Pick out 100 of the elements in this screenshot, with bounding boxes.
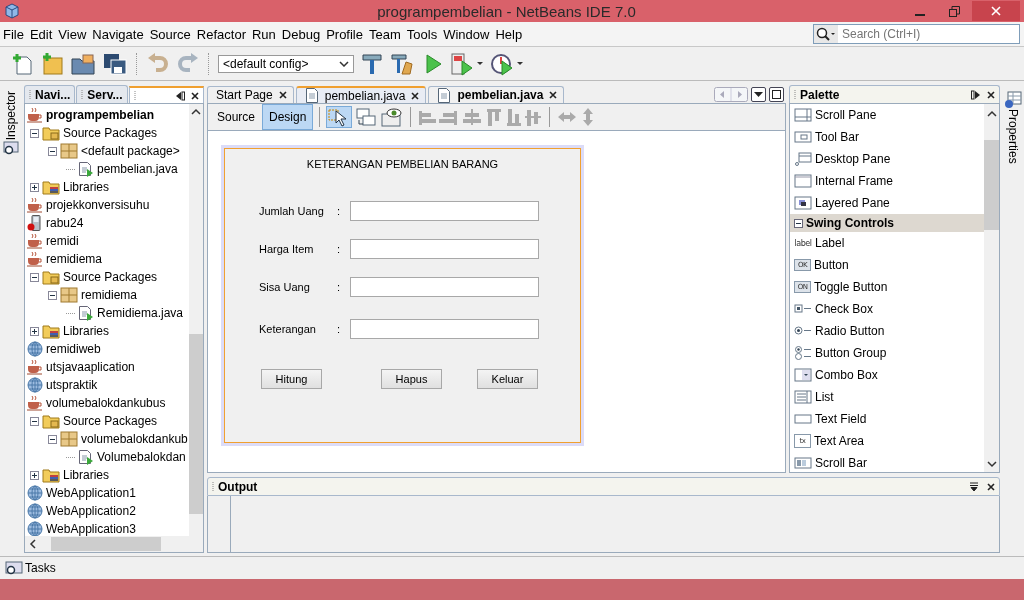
tree-item[interactable]: Volumebalokdan: [97, 450, 186, 464]
close-icon[interactable]: [987, 90, 995, 99]
palette-item[interactable]: Button: [814, 258, 849, 272]
tree-item[interactable]: Libraries: [63, 324, 110, 338]
connection-mode-icon[interactable]: [355, 106, 378, 128]
tree-item[interactable]: rabu24: [46, 216, 84, 230]
restore-icon[interactable]: [949, 5, 960, 17]
tree-toggle[interactable]: [48, 290, 57, 300]
tree-item[interactable]: remidiema: [81, 288, 137, 302]
grip-icon[interactable]: [794, 88, 797, 101]
menu-item[interactable]: File: [0, 26, 27, 42]
minimize-window-icon[interactable]: [175, 90, 185, 101]
editor-tab[interactable]: Start Page: [207, 86, 294, 103]
panel-tab[interactable]: Navi...: [24, 85, 76, 103]
palette-item[interactable]: Toggle Button: [814, 280, 888, 294]
scroll-down-icon[interactable]: [986, 460, 997, 468]
tree-item[interactable]: Source Packages: [63, 126, 158, 140]
profile-icon[interactable]: [490, 51, 524, 76]
editor-tab[interactable]: pembelian.java: [428, 86, 565, 103]
scroll-thumb[interactable]: [51, 537, 161, 551]
hammer-icon[interactable]: [360, 51, 384, 76]
menu-item[interactable]: Help: [492, 26, 526, 42]
tree-item[interactable]: remidiema: [46, 252, 102, 266]
tree-item[interactable]: volumebalokdankubus: [46, 396, 166, 410]
tree-item[interactable]: Source Packages: [63, 270, 158, 284]
panel-tab[interactable]: Serv...: [76, 85, 128, 103]
scroll-thumb[interactable]: [189, 334, 203, 514]
form-panel[interactable]: KETERANGAN PEMBELIAN BARANG Jumlah Uang : Harga Item : Sisa Uang : Keterangan : Hitung Hapus Keluar: [224, 148, 581, 443]
caret-icon[interactable]: [754, 91, 763, 98]
menu-item[interactable]: Debug: [278, 26, 324, 42]
text-field[interactable]: [350, 319, 539, 339]
tree-item[interactable]: volumebalokdankub: [81, 432, 188, 446]
menu-item[interactable]: Refactor: [193, 26, 249, 42]
palette-item[interactable]: Radio Button: [815, 324, 885, 338]
close-icon[interactable]: [987, 482, 995, 491]
close-icon[interactable]: [191, 91, 199, 100]
tree-item[interactable]: remidi: [46, 234, 79, 248]
caret-icon[interactable]: [339, 60, 349, 67]
tree-item[interactable]: Libraries: [63, 180, 110, 194]
view-tab[interactable]: Design: [262, 104, 314, 130]
grip-icon[interactable]: [133, 89, 137, 102]
palette-item[interactable]: Text Field: [815, 412, 867, 426]
scrollbar[interactable]: [189, 104, 203, 536]
tree-item[interactable]: WebApplication3: [46, 522, 136, 536]
tree-toggle[interactable]: [30, 416, 39, 426]
grip-icon[interactable]: [81, 88, 85, 101]
palette-item[interactable]: Tool Bar: [815, 130, 860, 144]
tree-item[interactable]: utspraktik: [46, 378, 98, 392]
minimize-window-icon[interactable]: [969, 481, 979, 492]
window-magnifier-icon[interactable]: [3, 140, 19, 157]
menu-item[interactable]: Edit: [26, 26, 56, 42]
side-tab[interactable]: Inspector: [4, 91, 18, 141]
grip-icon[interactable]: [212, 480, 215, 493]
tab-list-button[interactable]: [751, 87, 766, 102]
palette-item[interactable]: Scroll Bar: [815, 456, 867, 470]
palette-item[interactable]: Text Area: [814, 434, 865, 448]
tree-toggle[interactable]: [30, 326, 39, 336]
tree-item[interactable]: projekkonversisuhu: [46, 198, 150, 212]
palette-item[interactable]: Check Box: [815, 302, 874, 316]
close-icon[interactable]: [411, 91, 420, 100]
scroll-up-icon[interactable]: [986, 110, 997, 118]
hammer-broom-icon[interactable]: [390, 51, 416, 76]
menu-item[interactable]: View: [55, 26, 90, 42]
tasks-tab[interactable]: Tasks: [25, 561, 56, 575]
palette-item[interactable]: Combo Box: [815, 368, 878, 382]
properties-icon[interactable]: [1004, 91, 1022, 109]
tree-toggle[interactable]: [48, 434, 57, 444]
menu-item[interactable]: Run: [248, 26, 279, 42]
tree-item[interactable]: WebApplication2: [46, 504, 136, 518]
save-all-icon[interactable]: [102, 51, 128, 76]
new-project-icon[interactable]: [40, 51, 64, 76]
palette-item[interactable]: Scroll Pane: [815, 108, 877, 122]
tree-item[interactable]: Remidiema.java: [97, 306, 184, 320]
tree-toggle[interactable]: [30, 470, 39, 480]
menu-item[interactable]: Window: [440, 26, 493, 42]
menu-item[interactable]: Profile: [323, 26, 366, 42]
form-button[interactable]: Hitung: [261, 369, 322, 389]
scrollbar[interactable]: [984, 104, 999, 472]
tree-item[interactable]: pembelian.java: [97, 162, 178, 176]
new-file-icon[interactable]: [10, 51, 34, 76]
tree-toggle[interactable]: [30, 182, 39, 192]
horizontal-scrollbar[interactable]: [25, 536, 203, 552]
text-field[interactable]: [350, 277, 539, 297]
palette-item[interactable]: Desktop Pane: [815, 152, 891, 166]
tree-toggle[interactable]: [30, 272, 39, 282]
collapse-toggle[interactable]: [794, 218, 803, 228]
editor-tab[interactable]: pembelian.java: [295, 86, 427, 103]
menu-item[interactable]: Tools: [403, 26, 441, 42]
menu-item[interactable]: Source: [146, 26, 194, 42]
tree-toggle[interactable]: [48, 146, 57, 156]
tree-item[interactable]: Source Packages: [63, 414, 158, 428]
side-tab[interactable]: Properties: [1006, 109, 1020, 164]
tree-item[interactable]: remidiweb: [46, 342, 101, 356]
scroll-up-icon[interactable]: [191, 108, 201, 116]
scroll-left-icon[interactable]: [29, 539, 37, 549]
palette-category[interactable]: Swing Controls: [790, 214, 984, 232]
grip-icon[interactable]: [29, 88, 32, 101]
text-field[interactable]: [350, 239, 539, 259]
select-mode-icon[interactable]: [326, 106, 353, 128]
tree-item[interactable]: <default package>: [81, 144, 180, 158]
